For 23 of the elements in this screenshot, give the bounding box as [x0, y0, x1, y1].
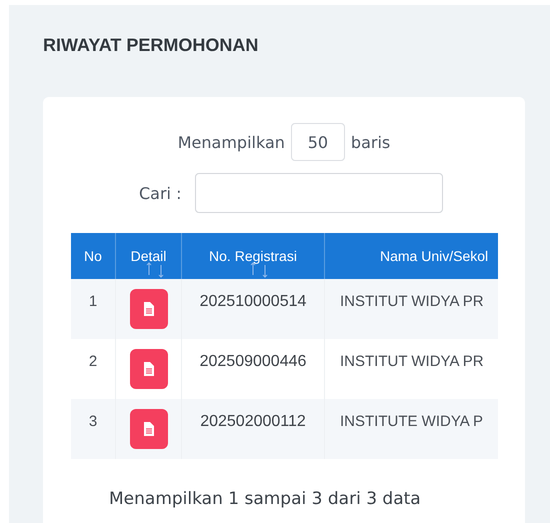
detail-button[interactable]: [130, 289, 168, 329]
detail-button[interactable]: [130, 409, 168, 449]
column-header[interactable]: No: [71, 233, 116, 279]
search-field[interactable]: [195, 173, 444, 213]
rows-per-page-field[interactable]: 50: [290, 123, 345, 161]
length-suffix: baris: [350, 132, 390, 152]
page-title: RIWAYAT PERMOHONAN: [43, 35, 260, 56]
column-header[interactable]: No. Registrasi: [182, 233, 324, 279]
table-cell: 202502000112: [182, 399, 324, 459]
detail-button[interactable]: [130, 349, 168, 389]
document-icon: [142, 362, 154, 376]
column-header[interactable]: Nama Univ/Sekol: [324, 233, 498, 279]
document-icon: [142, 302, 154, 316]
table-cell: 3: [71, 399, 116, 459]
table-info: Menampilkan 1 sampai 3 dari 3 data: [109, 489, 422, 509]
table-cell: 1: [71, 279, 116, 339]
length-label: Menampilkan: [178, 132, 285, 152]
document-icon: [142, 422, 154, 436]
search-label: Cari :: [139, 184, 182, 202]
table-cell: 202510000514: [182, 279, 324, 339]
table-cell: INSTITUT WIDYA PR: [324, 279, 498, 339]
column-header[interactable]: Detail: [116, 233, 182, 279]
table-cell: INSTITUTE WIDYA P: [324, 399, 498, 459]
